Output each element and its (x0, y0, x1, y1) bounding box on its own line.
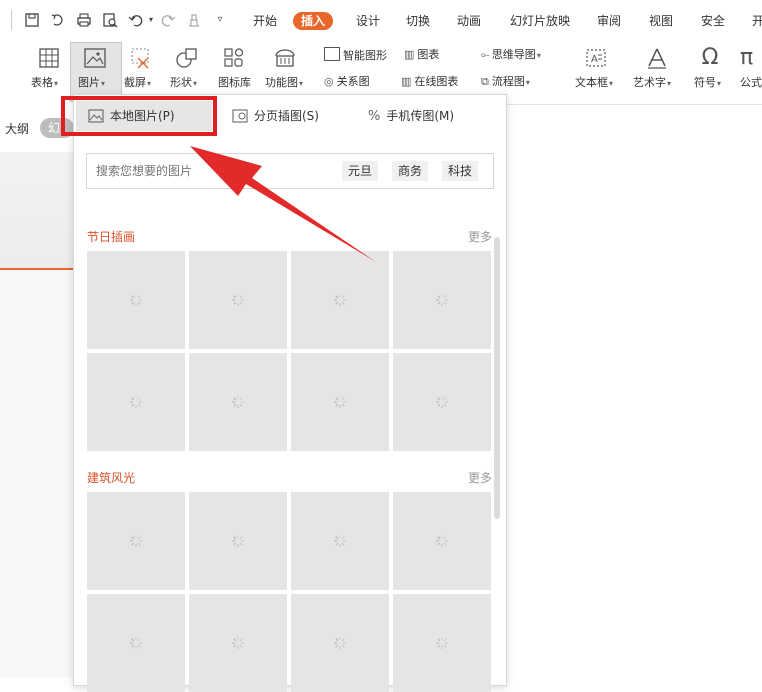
red-arrow-annotation (190, 146, 376, 262)
